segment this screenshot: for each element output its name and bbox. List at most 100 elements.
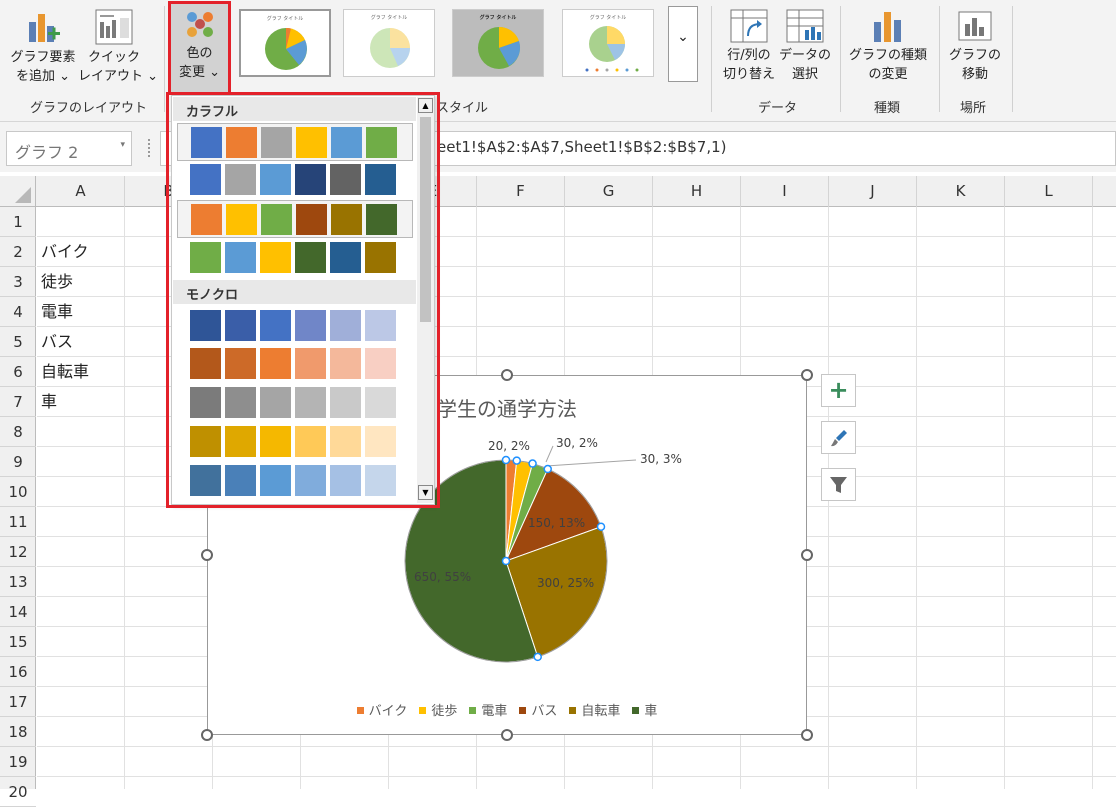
column-header-i[interactable]: I <box>741 176 829 207</box>
cell-a7[interactable]: 車 <box>41 387 57 417</box>
thumb-pie-3 <box>478 26 521 69</box>
row-header-17[interactable]: 17 <box>0 687 36 717</box>
formula-bar-grip-icon <box>148 139 152 157</box>
row-header-1[interactable]: 1 <box>0 207 36 237</box>
column-header-l[interactable]: L <box>1005 176 1093 207</box>
chart-style-thumb-4[interactable]: グラフ タイトル <box>562 9 654 77</box>
row-header-19[interactable]: 19 <box>0 747 36 777</box>
row-header-13[interactable]: 13 <box>0 567 36 597</box>
switch-row-column-button[interactable]: 行/列の 切り替え <box>720 8 778 84</box>
group-label-type: 種類 <box>874 101 901 116</box>
row-header-3[interactable]: 3 <box>0 267 36 297</box>
legend-swatch <box>632 707 640 714</box>
change-chart-type-button[interactable]: グラフの種類 の変更 <box>846 8 930 84</box>
legend-item-car[interactable]: 車 <box>632 700 657 719</box>
row-header-7[interactable]: 7 <box>0 387 36 417</box>
add-chart-element-label-1: グラフ要素 <box>10 50 76 65</box>
resize-handle[interactable] <box>801 549 813 561</box>
cell-a2[interactable]: バイク <box>41 237 89 267</box>
row-header-11[interactable]: 11 <box>0 507 36 537</box>
chart-style-thumb-3[interactable]: グラフ タイトル <box>452 9 544 77</box>
cell-a6[interactable]: 自転車 <box>41 357 89 387</box>
ribbon-separator <box>1012 6 1013 112</box>
quick-layout-button[interactable]: クイック レイアウト ⌄ <box>78 8 159 86</box>
row-header-5[interactable]: 5 <box>0 327 36 357</box>
row-header-14[interactable]: 14 <box>0 597 36 627</box>
cell-a5[interactable]: バス <box>41 327 73 357</box>
resize-handle[interactable] <box>501 729 513 741</box>
series-selection-handle <box>528 459 537 468</box>
data-label-walk[interactable]: 30, 2% <box>556 436 598 450</box>
column-header-h[interactable]: H <box>653 176 741 207</box>
legend-item-bike[interactable]: バイク <box>356 700 407 719</box>
column-header-a[interactable]: A <box>37 176 125 207</box>
plus-icon: + <box>828 376 849 404</box>
move-chart-icon <box>958 11 992 41</box>
row-headers: 1 2 3 4 5 6 7 8 9 10 11 12 13 14 15 16 1… <box>0 207 36 807</box>
add-chart-element-button[interactable]: グラフ要素 を追加 ⌄ <box>6 8 80 86</box>
group-label-data: データ <box>758 101 798 116</box>
highlight-box-dropdown <box>166 92 440 508</box>
chart-styles-button[interactable] <box>821 421 856 454</box>
chart-style-thumb-1[interactable]: グラフ タイトル <box>239 9 331 77</box>
resize-handle[interactable] <box>201 729 213 741</box>
legend-item-walk[interactable]: 徒歩 <box>419 700 457 719</box>
row-header-15[interactable]: 15 <box>0 627 36 657</box>
resize-handle[interactable] <box>801 729 813 741</box>
legend-item-bus[interactable]: バス <box>519 700 557 719</box>
cell-a3[interactable]: 徒歩 <box>41 267 73 297</box>
row-header-16[interactable]: 16 <box>0 657 36 687</box>
legend-label: 電車 <box>481 704 508 719</box>
data-label-train[interactable]: 30, 3% <box>640 452 682 466</box>
ribbon-separator <box>164 6 165 112</box>
row-header-10[interactable]: 10 <box>0 477 36 507</box>
chart-legend[interactable]: バイク 徒歩 電車 バス 自転車 車 <box>208 700 806 719</box>
leader-line <box>545 459 637 467</box>
legend-item-bicycle[interactable]: 自転車 <box>569 700 620 719</box>
cell-a4[interactable]: 電車 <box>41 297 73 327</box>
move-chart-label-1: グラフの <box>948 48 1001 63</box>
legend-swatch <box>519 707 527 714</box>
quick-layout-label-2: レイアウト ⌄ <box>78 69 159 84</box>
name-box[interactable]: グラフ 2 ▾ <box>6 131 132 166</box>
column-header-j[interactable]: J <box>829 176 917 207</box>
row-header-20[interactable]: 20 <box>0 777 36 807</box>
column-header-k[interactable]: K <box>917 176 1005 207</box>
data-label-bike[interactable]: 20, 2% <box>488 439 530 453</box>
series-selection-handle <box>533 652 542 662</box>
move-chart-button[interactable]: グラフの 移動 <box>945 8 1005 84</box>
chart-filters-button[interactable] <box>821 468 856 501</box>
series-selection-handle <box>543 464 552 474</box>
row-header-9[interactable]: 9 <box>0 447 36 477</box>
select-all-corner[interactable] <box>0 176 36 207</box>
legend-label: 車 <box>644 704 658 719</box>
row-header-6[interactable]: 6 <box>0 357 36 387</box>
resize-handle[interactable] <box>801 369 813 381</box>
column-header-f[interactable]: F <box>477 176 565 207</box>
legend-label: 徒歩 <box>431 704 458 719</box>
row-header-12[interactable]: 12 <box>0 537 36 567</box>
column-header-g[interactable]: G <box>565 176 653 207</box>
data-label-bus[interactable]: 150, 13% <box>528 516 585 530</box>
data-label-bicycle[interactable]: 300, 25% <box>537 576 594 590</box>
add-chart-element-icon <box>29 14 60 42</box>
resize-handle[interactable] <box>201 549 213 561</box>
chart-elements-button[interactable]: + <box>821 374 856 407</box>
chart-style-thumb-2[interactable]: グラフ タイトル <box>343 9 435 77</box>
thumb-pie-2 <box>370 28 410 68</box>
row-header-8[interactable]: 8 <box>0 417 36 447</box>
legend-item-train[interactable]: 電車 <box>469 700 507 719</box>
legend-swatch <box>419 707 427 714</box>
resize-handle[interactable] <box>501 369 513 381</box>
row-header-2[interactable]: 2 <box>0 237 36 267</box>
group-label-layout: グラフのレイアウト <box>30 101 148 116</box>
data-label-car[interactable]: 650, 55% <box>414 570 471 584</box>
row-header-18[interactable]: 18 <box>0 717 36 747</box>
select-data-button[interactable]: データの 選択 <box>777 8 833 84</box>
thumb-pie-1 <box>265 27 307 70</box>
style-gallery-more-button[interactable]: ⌄ <box>668 6 698 82</box>
name-box-dropdown-icon[interactable]: ▾ <box>120 140 125 150</box>
row-header-4[interactable]: 4 <box>0 297 36 327</box>
series-selection-handle <box>512 456 521 465</box>
move-chart-label-2: 移動 <box>961 67 988 82</box>
